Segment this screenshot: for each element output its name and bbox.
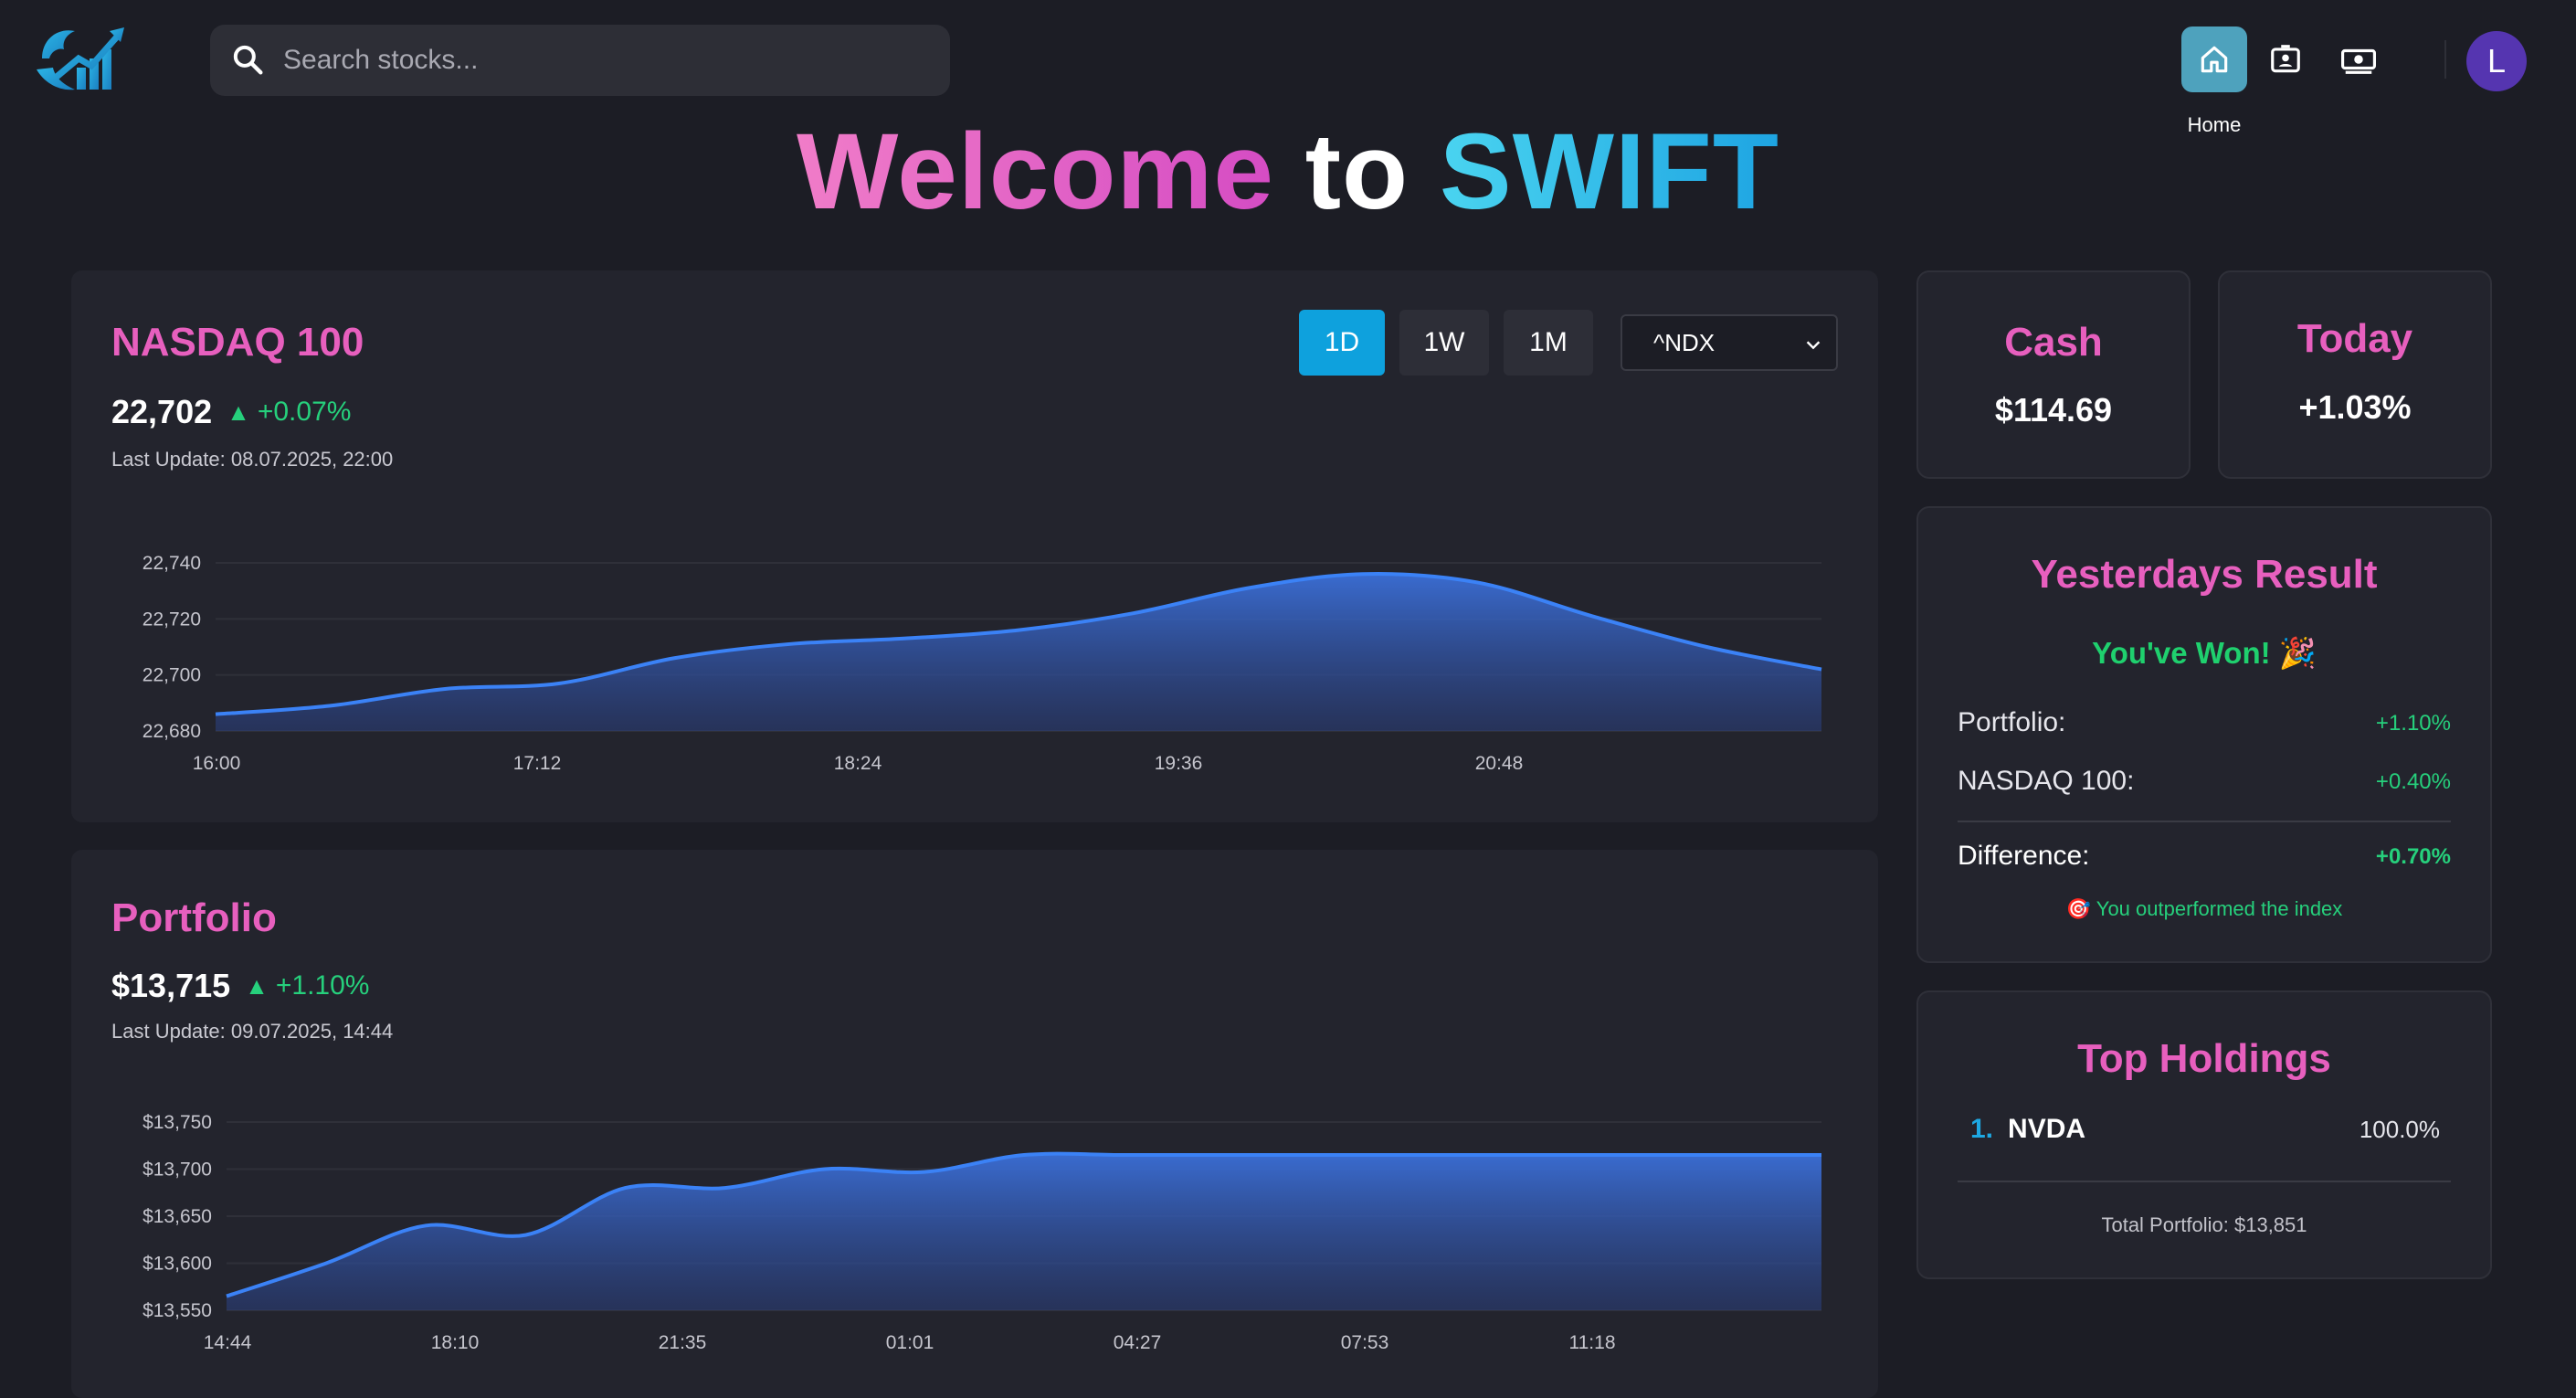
result-won-label: You've Won! 🎉	[2092, 636, 2317, 670]
result-divider	[1958, 821, 2451, 822]
holding-row[interactable]: 1. NVDA 100.0%	[1958, 1113, 2440, 1146]
result-portfolio-value: +1.10%	[2375, 711, 2451, 736]
y-tick-label: $13,750	[143, 1112, 212, 1133]
today-value: +1.03%	[2298, 388, 2412, 426]
y-tick-label: $13,550	[143, 1300, 212, 1321]
x-tick-label: 01:01	[886, 1332, 934, 1353]
y-tick-label: $13,600	[143, 1254, 212, 1275]
today-card	[2218, 270, 2492, 479]
x-tick-label: 11:18	[1569, 1332, 1616, 1353]
holdings-total: Total Portfolio: $13,851	[2101, 1213, 2307, 1236]
holding-symbol: NVDA	[2008, 1114, 2086, 1144]
holdings-divider	[1958, 1181, 2451, 1182]
x-tick-label: 04:27	[1114, 1332, 1162, 1353]
x-tick-label: 14:44	[204, 1332, 252, 1353]
result-note: 🎯 You outperformed the index	[2065, 897, 2343, 920]
holding-rank: 1.	[1970, 1114, 1994, 1144]
result-difference-value: +0.70%	[2375, 844, 2451, 869]
cash-card	[1916, 270, 2191, 479]
yesterday-result-title: Yesterdays Result	[2031, 552, 2378, 597]
result-nasdaq-value: +0.40%	[2375, 769, 2451, 794]
result-difference-label: Difference:	[1958, 841, 2090, 871]
result-nasdaq-label: NASDAQ 100:	[1958, 766, 2135, 796]
x-tick-label: 18:10	[431, 1332, 480, 1353]
x-tick-label: 07:53	[1341, 1332, 1389, 1353]
series-area	[227, 1153, 1821, 1310]
cash-value: $114.69	[1994, 391, 2113, 429]
top-holdings-title: Top Holdings	[2077, 1036, 2331, 1081]
today-title: Today	[2296, 316, 2413, 361]
x-tick-label: 21:35	[659, 1332, 707, 1353]
y-tick-label: $13,700	[143, 1160, 212, 1181]
result-portfolio-label: Portfolio:	[1958, 707, 2066, 737]
holding-percent: 100.0%	[2359, 1115, 2440, 1143]
cash-title: Cash	[2004, 320, 2103, 365]
y-tick-label: $13,650	[143, 1206, 212, 1227]
